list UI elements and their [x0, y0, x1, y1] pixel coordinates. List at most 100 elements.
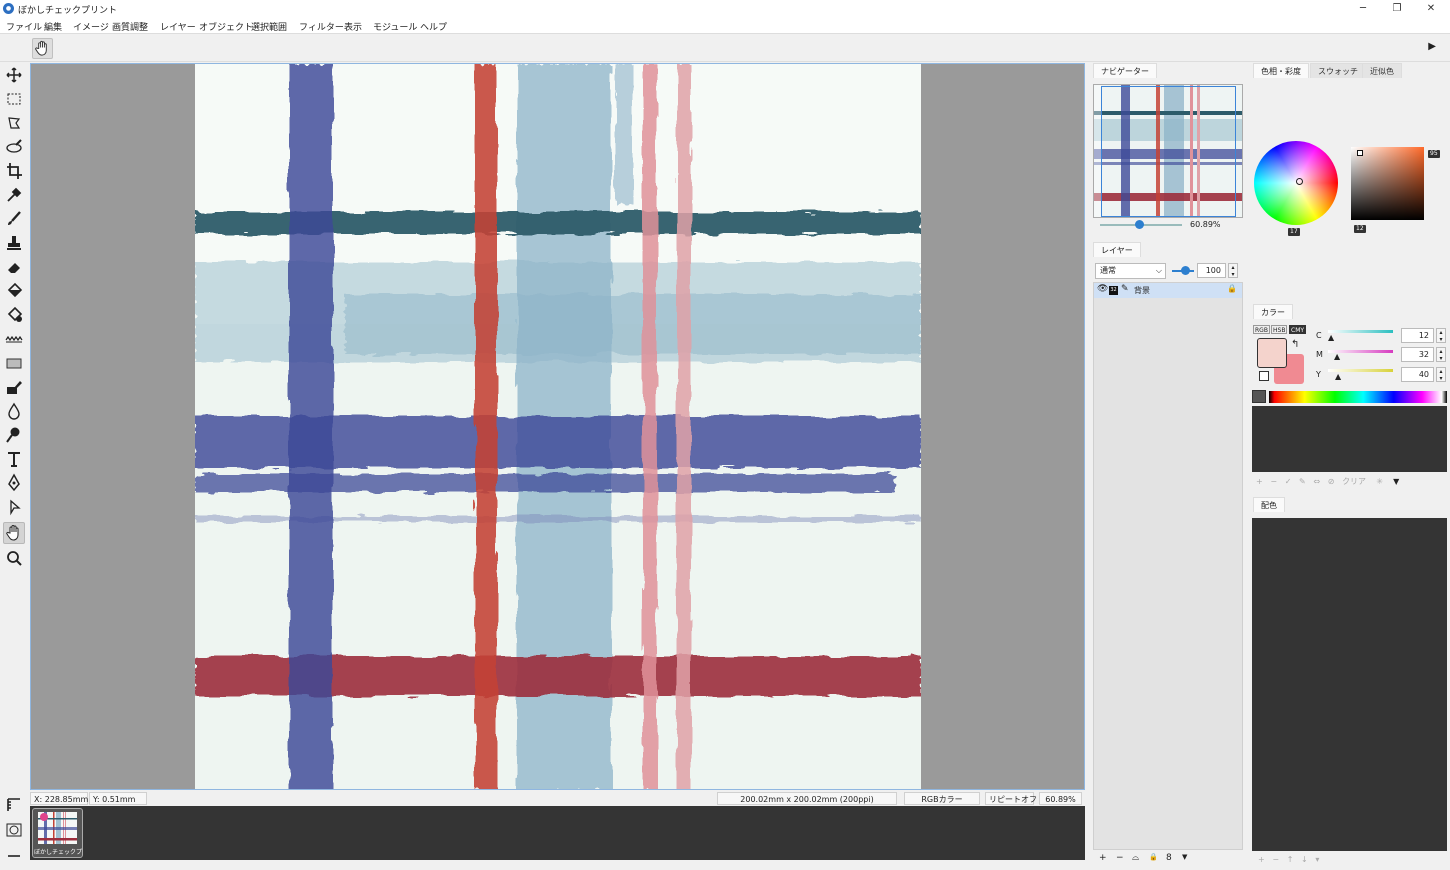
hand-icon[interactable] — [32, 38, 53, 59]
reset-icon[interactable]: ⊘ — [1328, 477, 1335, 486]
gradient-fill-icon[interactable] — [3, 304, 25, 326]
opacity-knob[interactable] — [1181, 266, 1190, 275]
swap-colors-icon[interactable]: ↰ — [1291, 339, 1299, 350]
harmony-area[interactable] — [1252, 518, 1447, 851]
tab-similar-colors[interactable]: 近似色 — [1362, 63, 1402, 78]
minimize-bar-icon[interactable] — [3, 844, 25, 866]
add-harmony-icon[interactable]: + — [1258, 855, 1265, 864]
saturation-value-cursor[interactable] — [1357, 150, 1363, 156]
menu-filter[interactable]: フィルター — [299, 20, 344, 33]
mode-hsb[interactable]: HSB — [1271, 325, 1288, 334]
text-icon[interactable] — [3, 448, 25, 470]
document-tab[interactable]: ぼかしチェックプ — [32, 808, 83, 858]
crop-icon[interactable] — [3, 160, 25, 182]
lasso-icon[interactable] — [3, 112, 25, 134]
tab-harmony[interactable]: 配色 — [1253, 497, 1285, 512]
layer-menu-icon[interactable]: ▼ — [1182, 853, 1187, 861]
menu-selection[interactable]: 選択範囲 — [251, 20, 287, 33]
add-color-icon[interactable]: + — [1256, 477, 1263, 486]
link-icon[interactable]: ⇔ — [1313, 477, 1320, 486]
path-select-icon[interactable] — [3, 496, 25, 518]
mode-cmy[interactable]: CMY — [1289, 325, 1307, 334]
tab-hue-saturation[interactable]: 色相・彩度 — [1253, 63, 1309, 78]
document-canvas[interactable] — [195, 64, 921, 789]
mode-rgb[interactable]: RGB — [1253, 325, 1270, 334]
fill-icon[interactable] — [3, 280, 25, 302]
ruler-icon[interactable] — [3, 794, 25, 816]
merge-layer-icon[interactable]: ⌓ — [1132, 853, 1139, 863]
canvas-area[interactable] — [30, 63, 1085, 790]
channel-c-knob[interactable]: ▲ — [1328, 334, 1334, 342]
tab-navigator[interactable]: ナビゲーター — [1093, 63, 1157, 78]
menu-image[interactable]: イメージ — [73, 20, 109, 33]
brush-icon[interactable] — [3, 208, 25, 230]
move-icon[interactable] — [3, 64, 25, 86]
hand-icon[interactable] — [3, 522, 25, 544]
channel-c-input[interactable]: 12 — [1401, 328, 1434, 343]
edit-color-icon[interactable]: ✎ — [1299, 477, 1306, 486]
lock-icon[interactable]: 🔒 — [1227, 284, 1237, 293]
menu-edit[interactable]: 編集 — [44, 20, 62, 33]
panel-collapse-icon[interactable]: ▶ — [1428, 41, 1436, 52]
opacity-input[interactable]: 100 — [1197, 263, 1226, 278]
menu-view[interactable]: 表示 — [344, 20, 362, 33]
add-layer-icon[interactable]: + — [1099, 853, 1107, 863]
navigator-preview[interactable] — [1093, 84, 1243, 218]
eyedropper-icon[interactable] — [3, 184, 25, 206]
settings-icon[interactable]: ✳ — [1376, 477, 1383, 486]
menu-adjust[interactable]: 画質調整 — [112, 20, 148, 33]
opacity-spinner[interactable]: ▴ ▾ — [1228, 263, 1238, 278]
black-swatch[interactable] — [1252, 390, 1266, 403]
eye-icon[interactable]: 👁 — [1097, 284, 1108, 294]
tab-swatches[interactable]: スウォッチ — [1310, 63, 1366, 78]
repeat-mode[interactable]: リピートオフ — [985, 792, 1037, 805]
remove-harmony-icon[interactable]: − — [1272, 855, 1279, 864]
minimize-icon[interactable]: ─ — [1346, 0, 1380, 17]
pen-icon[interactable] — [3, 472, 25, 494]
layer-row[interactable]: 👁 32 ✎ 背景 🔒 — [1094, 283, 1242, 298]
foreground-color-swatch[interactable] — [1257, 338, 1287, 368]
lock-layer-icon[interactable]: 🔒 — [1149, 853, 1158, 861]
menu-object[interactable]: オブジェクト — [199, 20, 253, 33]
channel-m-spinner[interactable]: ▴ ▾ — [1436, 347, 1446, 362]
tab-layers[interactable]: レイヤー — [1093, 242, 1141, 257]
restore-icon[interactable]: ❐ — [1380, 0, 1414, 17]
shape-icon[interactable] — [3, 352, 25, 374]
menu-file[interactable]: ファイル — [6, 20, 42, 33]
navigator-zoom-knob[interactable] — [1135, 220, 1144, 229]
rect-select-icon[interactable] — [3, 88, 25, 110]
remove-color-icon[interactable]: − — [1270, 477, 1277, 486]
channel-c-slider[interactable] — [1328, 330, 1393, 333]
menu-module[interactable]: モジュール — [373, 20, 417, 33]
link-layer-icon[interactable]: 8 — [1166, 853, 1172, 863]
delete-layer-icon[interactable]: − — [1116, 853, 1124, 863]
default-colors-icon[interactable] — [1259, 371, 1269, 381]
eraser-icon[interactable] — [3, 256, 25, 278]
move-down-icon[interactable]: ↓ — [1301, 855, 1308, 864]
zoom-level[interactable]: 60.89% — [1039, 792, 1082, 805]
channel-m-knob[interactable]: ▲ — [1334, 353, 1340, 361]
channel-m-input[interactable]: 32 — [1401, 347, 1434, 362]
blend-mode-select[interactable]: 通常 ⌵ — [1095, 263, 1166, 279]
hue-cursor[interactable] — [1296, 178, 1303, 185]
clear-button[interactable]: クリア — [1342, 477, 1366, 486]
zoom-icon[interactable] — [3, 547, 25, 569]
history-menu-icon[interactable]: ▼ — [1393, 477, 1399, 486]
color-history-area[interactable] — [1252, 406, 1447, 472]
tab-color[interactable]: カラー — [1253, 304, 1293, 319]
channel-c-spinner[interactable]: ▴ ▾ — [1436, 328, 1446, 343]
channel-y-input[interactable]: 40 — [1401, 367, 1434, 382]
channel-y-knob[interactable]: ▲ — [1335, 373, 1341, 381]
pattern-icon[interactable] — [3, 376, 25, 398]
menu-layer[interactable]: レイヤー — [160, 20, 196, 33]
stamp-icon[interactable] — [3, 232, 25, 254]
blur-drop-icon[interactable] — [3, 400, 25, 422]
harmony-menu-icon[interactable]: ▾ — [1315, 855, 1319, 864]
dodge-icon[interactable] — [3, 424, 25, 446]
magic-select-icon[interactable] — [3, 136, 25, 158]
quick-mask-icon[interactable] — [3, 819, 25, 841]
check-icon[interactable]: ✓ — [1285, 477, 1292, 486]
spectrum-bar[interactable] — [1269, 391, 1447, 403]
saturation-value-square[interactable] — [1351, 147, 1424, 220]
channel-y-spinner[interactable]: ▴ ▾ — [1436, 367, 1446, 382]
